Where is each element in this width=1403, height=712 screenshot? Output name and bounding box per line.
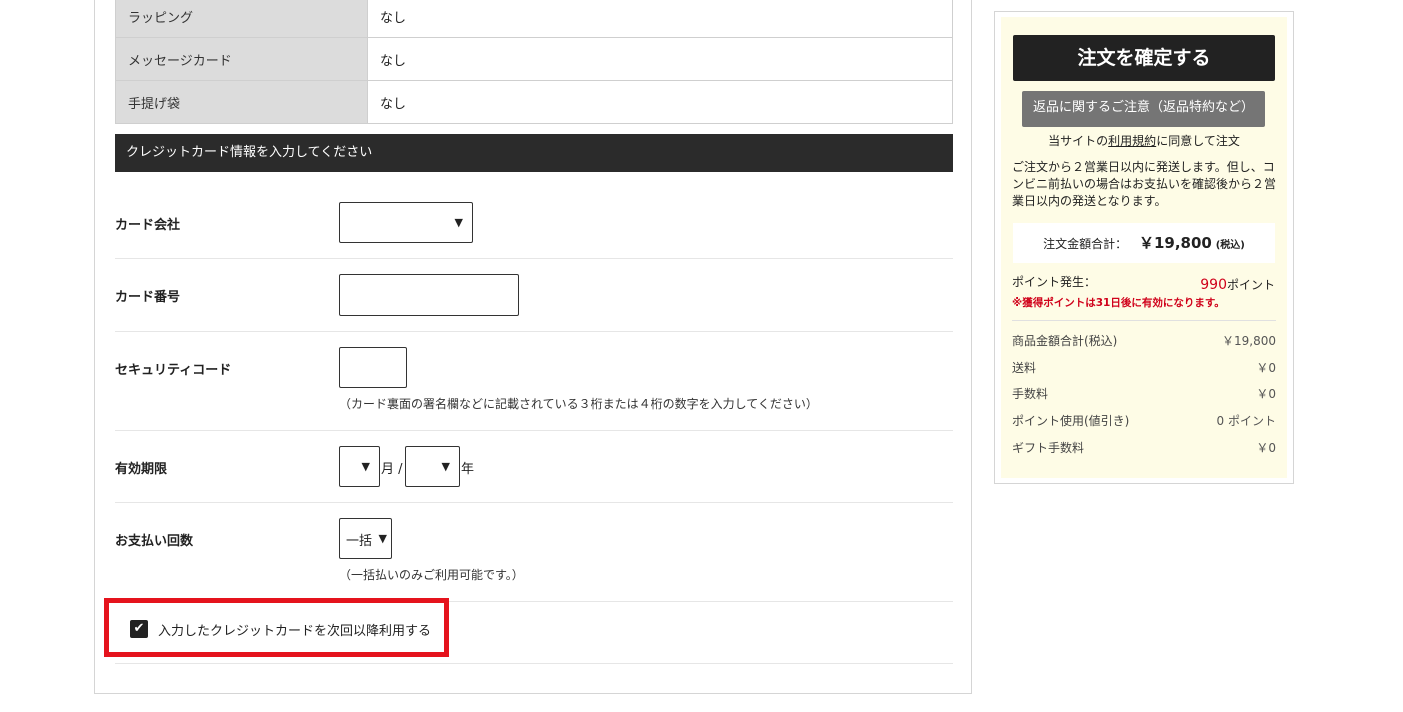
card-company-select[interactable]: ▼ [339,202,473,243]
table-row: メッセージカード なし [115,37,953,81]
summary-value: ￥0 [1256,387,1276,401]
terms-agreement: 当サイトの利用規約に同意して注文 [1001,132,1287,149]
shipping-note: ご注文から２営業日以内に発送します。但し、コンビニ前払いの場合はお支払いを確認後… [1012,160,1277,208]
order-summary-panel: 注文を確定する 返品に関するご注意（返品特約など） 当サイトの利用規約に同意して… [1001,17,1287,478]
gift-options-table: ラッピング なし メッセージカード なし 手提げ袋 なし [115,0,953,124]
card-number-label: カード番号 [115,290,181,305]
returns-notice-button[interactable]: 返品に関するご注意（返品特約など） [1022,91,1265,127]
summary-row: 送料 ￥0 [1012,359,1276,376]
option-value: なし [367,37,953,81]
chevron-down-icon: ▼ [454,216,463,229]
security-code-row: セキュリティコード （カード裏面の署名欄などに記載されている３桁または４桁の数字… [115,332,953,431]
card-number-input[interactable] [339,274,519,316]
order-total: 注文金額合計： ￥19,800 (税込) [1013,223,1275,263]
summary-value: ￥19,800 [1222,334,1276,348]
summary-row: ギフト手数料 ￥0 [1012,439,1276,456]
summary-row: ポイント使用(値引き) 0 ポイント [1012,412,1276,429]
points-earned: 990ポイント [1200,276,1275,293]
check-icon: ✔ [133,621,145,636]
chevron-down-icon: ▼ [378,532,387,545]
summary-label: ギフト手数料 [1012,441,1085,455]
security-code-label: セキュリティコード [115,363,232,378]
chevron-down-icon: ▼ [361,460,370,473]
agree-text-post: に同意して注文 [1156,134,1240,148]
summary-row: 手数料 ￥0 [1012,385,1276,402]
option-value: なし [367,80,953,124]
expiry-label: 有効期限 [115,462,168,477]
points-unit: ポイント [1226,278,1275,292]
option-label: ラッピング [115,0,368,38]
option-value: なし [367,0,953,38]
order-total-value: ￥19,800 [1138,234,1212,252]
expiry-year-select[interactable]: ▼ [405,446,460,487]
summary-label: 商品金額合計(税込) [1012,334,1118,348]
credit-card-section-header: クレジットカード情報を入力してください [115,134,953,172]
points-label: ポイント発生： [1012,275,1097,289]
installments-note: （一括払いのみご利用可能です。） [339,568,524,582]
points-value: 990 [1200,277,1227,293]
security-code-input[interactable] [339,347,407,388]
order-total-label: 注文金額合計： [1043,237,1128,251]
divider [1012,320,1276,321]
installments-row: お支払い回数 一括 ▼ （一括払いのみご利用可能です。） [115,503,953,602]
card-number-row: カード番号 [115,259,953,332]
installments-select[interactable]: 一括 ▼ [339,518,392,559]
expiry-row: 有効期限 ▼ 月 / ▼ 年 [115,431,953,503]
save-card-checkbox[interactable]: ✔ [130,620,148,638]
agree-text-pre: 当サイトの [1048,134,1109,148]
option-label: 手提げ袋 [115,80,368,124]
summary-label: 手数料 [1012,387,1049,401]
option-label: メッセージカード [115,37,368,81]
security-code-note: （カード裏面の署名欄などに記載されている３桁または４桁の数字を入力してください） [339,397,818,411]
table-row: 手提げ袋 なし [115,80,953,124]
summary-value: ￥0 [1256,441,1276,455]
confirm-order-button[interactable]: 注文を確定する [1013,35,1275,81]
expiry-month-select[interactable]: ▼ [339,446,380,487]
summary-label: 送料 [1012,361,1037,375]
save-card-highlight: ✔ 入力したクレジットカードを次回以降利用する [104,598,449,657]
terms-link[interactable]: 利用規約 [1108,134,1156,148]
table-row: ラッピング なし [115,0,953,38]
installments-selected-value: 一括 [346,534,373,549]
order-total-tax: (税込) [1215,240,1245,251]
summary-value: ￥0 [1256,361,1276,375]
summary-value: 0 ポイント [1216,414,1276,428]
card-company-label: カード会社 [115,218,181,233]
card-company-row: カード会社 ▼ [115,186,953,259]
summary-row: 商品金額合計(税込) ￥19,800 [1012,332,1276,349]
installments-label: お支払い回数 [115,534,194,549]
points-note: ※獲得ポイントは31日後に有効になります。 [1012,297,1225,309]
save-card-label[interactable]: 入力したクレジットカードを次回以降利用する [158,620,431,639]
summary-label: ポイント使用(値引き) [1012,414,1130,428]
year-unit-label: 年 [461,462,475,477]
chevron-down-icon: ▼ [441,460,450,473]
month-unit-label: 月 / [381,462,403,477]
